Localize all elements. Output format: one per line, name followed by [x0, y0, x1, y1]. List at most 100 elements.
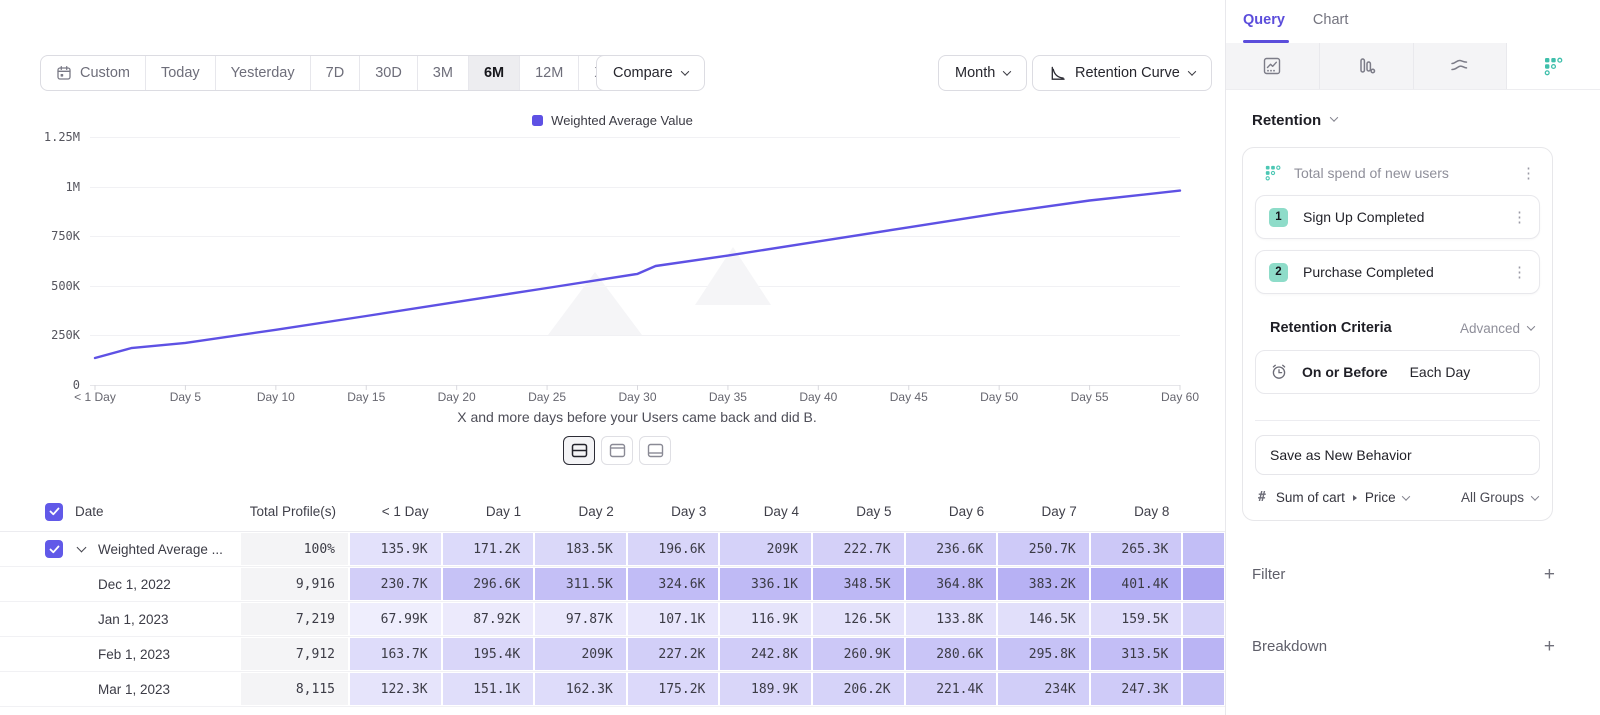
x-axis-tick-label: Day 40 — [773, 390, 863, 404]
alarm-clock-icon — [1270, 363, 1288, 381]
table-row[interactable]: Mar 1, 20238,115122.3K151.1K162.3K175.2K… — [0, 672, 1225, 707]
retention-value-cell: 175.2K — [627, 672, 720, 706]
chart-legend: Weighted Average Value — [0, 113, 1225, 128]
total-profiles-cell: 100% — [240, 532, 349, 566]
retention-value-cell: 163.7K — [349, 637, 442, 671]
step-menu-icon[interactable]: ⋮ — [1512, 210, 1527, 225]
retention-value-cell: 383.2K — [997, 567, 1090, 601]
range-30d[interactable]: 30D — [359, 56, 417, 90]
range-custom[interactable]: Custom — [41, 56, 145, 90]
range-today[interactable]: Today — [145, 56, 215, 90]
compare-button[interactable]: Compare — [596, 55, 705, 91]
retention-section-toggle[interactable]: Retention — [1252, 112, 1553, 129]
range-7d[interactable]: 7D — [310, 56, 360, 90]
chevron-down-icon — [1527, 322, 1535, 330]
view-header-top-icon[interactable] — [601, 436, 633, 465]
row-date-cell: Weighted Average ... — [0, 532, 240, 566]
retention-value-cell: 250.7K — [997, 532, 1090, 566]
x-axis-tick-label: Day 5 — [140, 390, 230, 404]
retention-value-cell: 313.5K — [1090, 637, 1183, 671]
range-label: 7D — [326, 65, 345, 81]
row-date-cell: Jan 1, 2023 — [0, 602, 240, 636]
behavior-step-2[interactable]: 2 Purchase Completed ⋮ — [1255, 250, 1540, 294]
partial-value-cell — [1182, 567, 1224, 601]
gridline — [90, 286, 1180, 287]
retention-value-cell: 183.5K — [534, 532, 627, 566]
retention-value-cell: 236.6K — [905, 532, 998, 566]
step-menu-icon[interactable]: ⋮ — [1512, 265, 1527, 280]
x-axis-tick-label: Day 10 — [231, 390, 321, 404]
row-label: Feb 1, 2023 — [98, 647, 170, 662]
gridline — [90, 236, 1180, 237]
behavior-menu-icon[interactable]: ⋮ — [1521, 166, 1536, 181]
retention-value-cell: 146.5K — [997, 602, 1090, 636]
save-as-new-behavior-button[interactable]: Save as New Behavior — [1255, 435, 1540, 475]
retention-value-cell: 295.8K — [997, 637, 1090, 671]
y-axis-tick-label: 250K — [0, 328, 80, 342]
behavior-step-1[interactable]: 1 Sign Up Completed ⋮ — [1255, 195, 1540, 239]
range-label: Today — [161, 65, 200, 81]
filter-section: Filter + — [1252, 559, 1590, 589]
total-profiles-cell: 9,916 — [240, 567, 349, 601]
x-axis-tick-label: Day 45 — [864, 390, 954, 404]
table-row[interactable]: Dec 1, 20229,916230.7K296.6K311.5K324.6K… — [0, 567, 1225, 602]
checkbox-slot — [45, 540, 78, 558]
chart-x-axis-caption: X and more days before your Users came b… — [0, 409, 1274, 425]
retention-criteria-card[interactable]: On or Before Each Day — [1255, 350, 1540, 394]
x-axis-tick-label: Day 50 — [954, 390, 1044, 404]
retention-value-cell: 265.3K — [1090, 532, 1183, 566]
retention-value-cell: 209K — [719, 532, 812, 566]
column-header: Date — [75, 504, 104, 519]
measure-property-dropdown[interactable]: Sum of cart Price — [1276, 490, 1409, 505]
retention-value-cell: 234K — [997, 672, 1090, 706]
column-header: Day 6 — [905, 492, 998, 531]
funnels-report-icon[interactable] — [1320, 43, 1414, 89]
retention-value-cell: 227.2K — [627, 637, 720, 671]
view-split-middle-icon[interactable] — [563, 436, 595, 465]
table-row[interactable]: Jan 1, 20237,21967.99K87.92K97.87K107.1K… — [0, 602, 1225, 637]
range-yesterday[interactable]: Yesterday — [215, 56, 310, 90]
retention-value-cell: 126.5K — [812, 602, 905, 636]
expand-row-icon[interactable] — [77, 543, 87, 553]
x-axis-tick-label: Day 25 — [502, 390, 592, 404]
number-property-icon: # — [1258, 490, 1266, 505]
range-12m[interactable]: 12M — [519, 56, 578, 90]
column-header: Day 3 — [627, 492, 720, 531]
flows-report-icon[interactable] — [1414, 43, 1508, 89]
partial-value-cell — [1182, 672, 1224, 706]
chevron-down-icon — [1531, 492, 1539, 500]
range-label: 6M — [484, 65, 504, 81]
tab-chart[interactable]: Chart — [1313, 12, 1348, 43]
table-row[interactable]: Feb 1, 20237,912163.7K195.4K209K227.2K24… — [0, 637, 1225, 672]
retention-curve-icon — [1049, 65, 1066, 82]
retention-report-icon[interactable] — [1507, 43, 1600, 89]
criteria-mode-dropdown[interactable]: Advanced — [1460, 321, 1534, 336]
range-3m[interactable]: 3M — [417, 56, 468, 90]
partial-value-cell — [1182, 532, 1224, 566]
x-axis-tick-label: Day 20 — [412, 390, 502, 404]
insights-report-icon[interactable] — [1226, 43, 1320, 89]
row-checkbox[interactable] — [45, 540, 63, 558]
range-6m[interactable]: 6M — [468, 56, 519, 90]
retention-criteria-row: Retention Criteria Advanced — [1255, 320, 1540, 336]
chart-type-button[interactable]: Retention Curve — [1032, 55, 1212, 91]
query-panel: Query Chart Retention — [1225, 0, 1600, 715]
gridline — [90, 187, 1180, 188]
x-axis-tick-label: < 1 Day — [50, 390, 140, 404]
row-label: Jan 1, 2023 — [98, 612, 169, 627]
column-header: Day 4 — [719, 492, 812, 531]
add-breakdown-button[interactable]: + — [1544, 637, 1555, 656]
select-all-checkbox[interactable] — [45, 503, 63, 521]
add-filter-button[interactable]: + — [1544, 565, 1555, 584]
row-date-cell: Dec 1, 2022 — [0, 567, 240, 601]
tab-query[interactable]: Query — [1243, 12, 1285, 43]
behavior-title: Total spend of new users — [1294, 165, 1508, 181]
table-row[interactable]: Weighted Average ...100%135.9K171.2K183.… — [0, 532, 1225, 567]
total-profiles-cell: 8,115 — [240, 672, 349, 706]
granularity-button[interactable]: Month — [938, 55, 1027, 91]
retention-value-cell: 67.99K — [349, 602, 442, 636]
retention-value-cell: 97.87K — [534, 602, 627, 636]
retention-value-cell: 336.1K — [719, 567, 812, 601]
view-header-bottom-icon[interactable] — [639, 436, 671, 465]
groups-dropdown[interactable]: All Groups — [1461, 490, 1538, 505]
